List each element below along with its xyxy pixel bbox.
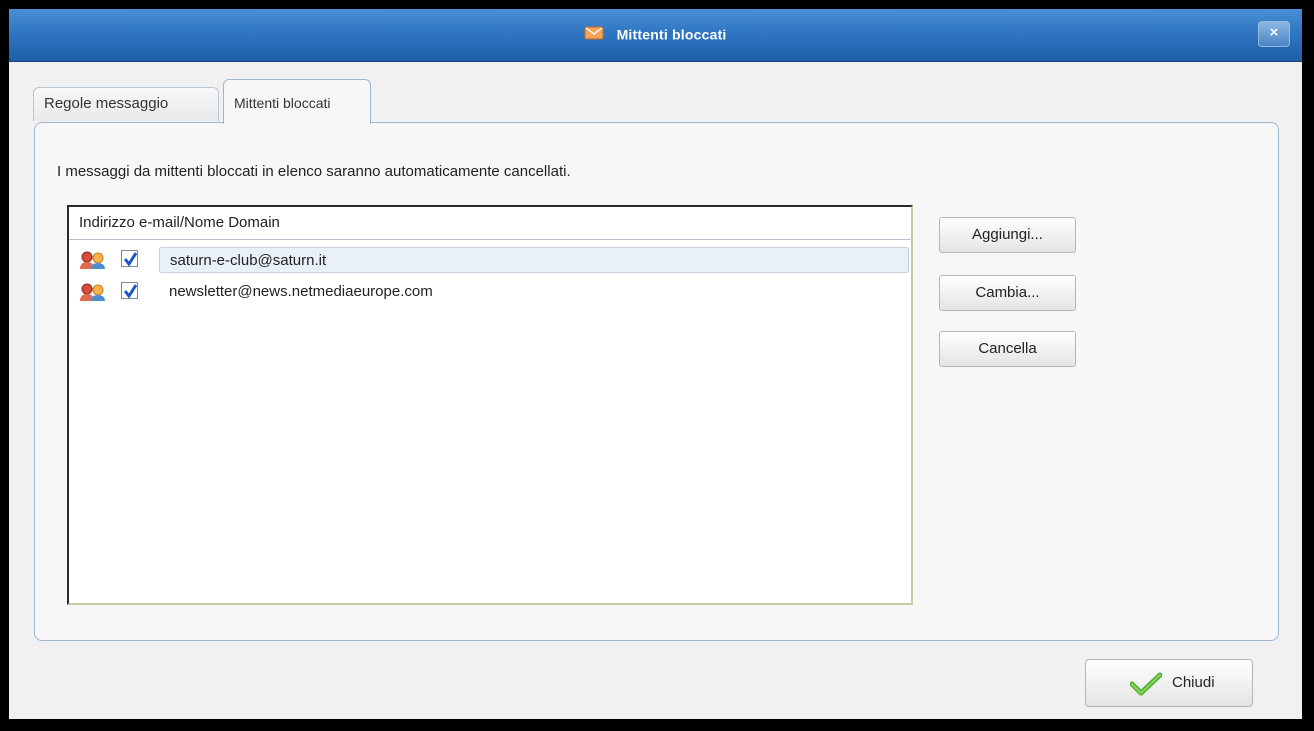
row-checkbox[interactable]	[121, 282, 138, 299]
close-icon[interactable]: ×	[1258, 21, 1290, 47]
delete-button[interactable]: Cancella	[939, 331, 1076, 367]
close-button[interactable]: Chiudi	[1085, 659, 1253, 707]
blocked-contacts-icon	[79, 283, 109, 306]
blocked-senders-list[interactable]: Indirizzo e-mail/Nome Domain saturn-e-cl…	[67, 205, 913, 605]
checkmark-icon	[1129, 672, 1163, 700]
list-column-header[interactable]: Indirizzo e-mail/Nome Domain	[69, 207, 911, 240]
tab-rules[interactable]: Regole messaggio	[33, 87, 219, 121]
dialog-window: Mittenti bloccati × Regole messaggio Mit…	[9, 9, 1302, 719]
close-button-label: Chiudi	[1172, 674, 1215, 691]
window-title: Mittenti bloccati	[616, 26, 727, 43]
title-wrap: Mittenti bloccati	[9, 25, 1302, 44]
envelope-icon	[584, 25, 604, 44]
description-text: I messaggi da mittenti bloccati in elenc…	[57, 163, 571, 180]
tab-panel: I messaggi da mittenti bloccati in elenc…	[34, 122, 1279, 641]
blocked-contacts-icon	[79, 251, 109, 274]
row-email: newsletter@news.netmediaeurope.com	[169, 283, 433, 300]
row-checkbox[interactable]	[121, 250, 138, 267]
title-bar: Mittenti bloccati ×	[9, 9, 1302, 62]
list-item[interactable]: newsletter@news.netmediaeurope.com	[69, 277, 911, 307]
list-item[interactable]: saturn-e-club@saturn.it	[69, 245, 911, 275]
row-email: saturn-e-club@saturn.it	[159, 247, 909, 273]
add-button[interactable]: Aggiungi...	[939, 217, 1076, 253]
change-button[interactable]: Cambia...	[939, 275, 1076, 311]
tab-blocked-senders[interactable]: Mittenti bloccati	[223, 79, 371, 124]
